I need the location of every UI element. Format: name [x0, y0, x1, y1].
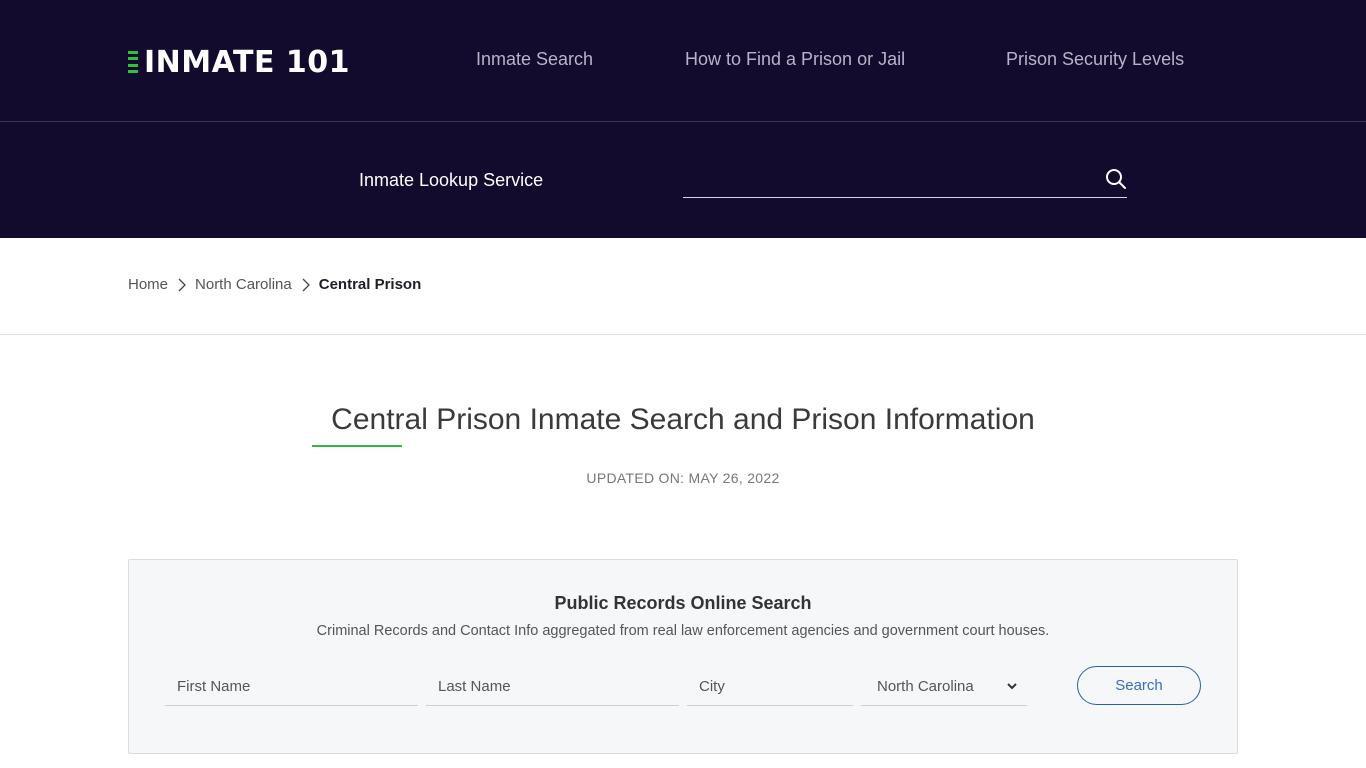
breadcrumb-home[interactable]: Home [128, 276, 168, 293]
logo-text: INMATE 101 [144, 44, 351, 80]
search-box-title: Public Records Online Search [554, 593, 812, 613]
search-icon[interactable] [1105, 168, 1127, 190]
nav-link-security-levels[interactable]: Prison Security Levels [1006, 49, 1184, 70]
logo[interactable]: INMATE 101 [128, 44, 351, 80]
nav-link-find-prison[interactable]: How to Find a Prison or Jail [685, 49, 905, 70]
lookup-search-input[interactable] [683, 160, 1083, 196]
lookup-search [683, 160, 1127, 198]
city-input[interactable] [687, 668, 853, 706]
page-title: Central Prison Inmate Search and Prison … [331, 403, 1035, 436]
first-name-input[interactable] [165, 668, 418, 706]
state-select-value: North Carolina [877, 678, 974, 695]
logo-bars-icon [128, 51, 138, 73]
state-select[interactable]: North Carolina [861, 668, 1027, 706]
nav-link-inmate-search[interactable]: Inmate Search [476, 49, 593, 70]
divider [0, 334, 1366, 335]
chevron-down-icon [1007, 683, 1017, 690]
breadcrumb: Home North Carolina Central Prison [128, 276, 421, 293]
search-box-subtitle: Criminal Records and Contact Info aggreg… [316, 623, 1050, 639]
breadcrumb-current: Central Prison [318, 276, 422, 293]
title-underline [312, 445, 402, 447]
lookup-label: Inmate Lookup Service [359, 170, 544, 190]
nav-bar: INMATE 101 Inmate Search How to Find a P… [0, 0, 1366, 122]
chevron-right-icon [178, 278, 186, 291]
public-records-search-box: Public Records Online Search Criminal Re… [128, 559, 1238, 754]
search-button[interactable]: Search [1077, 666, 1201, 705]
site-header: INMATE 101 Inmate Search How to Find a P… [0, 0, 1366, 238]
chevron-right-icon [302, 278, 310, 291]
updated-date: UPDATED ON: MAY 26, 2022 [586, 470, 780, 486]
last-name-input[interactable] [426, 668, 679, 706]
breadcrumb-north-carolina[interactable]: North Carolina [195, 276, 292, 293]
